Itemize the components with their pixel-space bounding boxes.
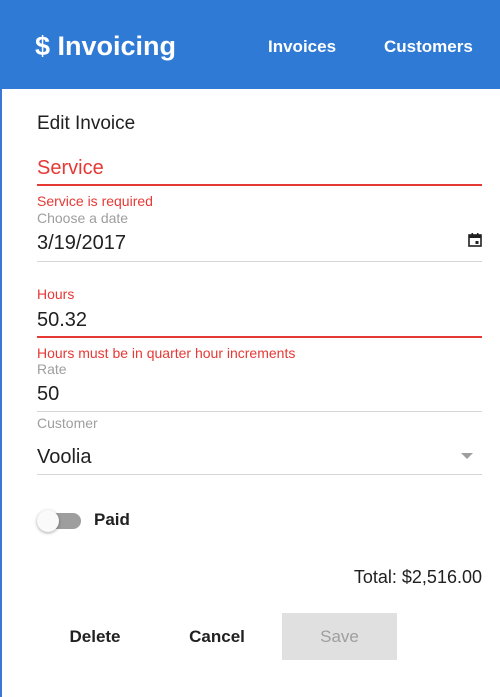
rate-label: Rate bbox=[37, 361, 67, 377]
service-input-placeholder[interactable]: Service bbox=[37, 156, 104, 180]
customer-label: Customer bbox=[37, 415, 98, 431]
paid-toggle[interactable] bbox=[37, 510, 83, 532]
customer-underline bbox=[37, 474, 482, 475]
date-label: Choose a date bbox=[37, 210, 129, 226]
delete-button[interactable]: Delete bbox=[50, 613, 140, 660]
rate-value[interactable]: 50 bbox=[37, 382, 59, 406]
service-error-text: Service is required bbox=[37, 193, 153, 209]
service-field[interactable]: Service bbox=[37, 150, 482, 190]
invoice-total: Total: $2,516.00 bbox=[353, 567, 482, 587]
hours-label: Hours bbox=[37, 286, 75, 302]
cancel-button[interactable]: Cancel bbox=[172, 613, 262, 660]
nav-invoices-link[interactable]: Invoices bbox=[268, 37, 336, 57]
rate-underline bbox=[37, 411, 482, 412]
customer-selected-value[interactable]: Voolia bbox=[37, 445, 92, 469]
paid-toggle-thumb[interactable] bbox=[37, 510, 59, 532]
date-field[interactable]: Choose a date 3/19/2017 bbox=[37, 210, 482, 264]
app-title[interactable]: $ Invoicing bbox=[35, 30, 176, 62]
hours-value[interactable]: 50.32 bbox=[37, 308, 87, 332]
window-left-border bbox=[0, 0, 2, 697]
service-underline bbox=[37, 184, 482, 186]
hours-underline bbox=[37, 336, 482, 338]
date-value[interactable]: 3/19/2017 bbox=[37, 231, 126, 255]
paid-toggle-label[interactable]: Paid bbox=[94, 510, 130, 530]
date-underline bbox=[37, 261, 482, 262]
form-title: Edit Invoice bbox=[37, 113, 136, 134]
calendar-icon[interactable] bbox=[468, 233, 482, 247]
rate-field[interactable]: Rate 50 bbox=[37, 361, 482, 413]
customer-select[interactable]: Customer Voolia bbox=[37, 415, 482, 477]
dropdown-arrow-icon[interactable] bbox=[461, 453, 473, 459]
app-bar: $ Invoicing Invoices Customers bbox=[0, 0, 500, 89]
nav-customers-link[interactable]: Customers bbox=[384, 37, 473, 57]
hours-error-text: Hours must be in quarter hour increments bbox=[37, 345, 296, 361]
save-button[interactable]: Save bbox=[282, 613, 397, 660]
hours-field[interactable]: Hours 50.32 bbox=[37, 286, 482, 340]
